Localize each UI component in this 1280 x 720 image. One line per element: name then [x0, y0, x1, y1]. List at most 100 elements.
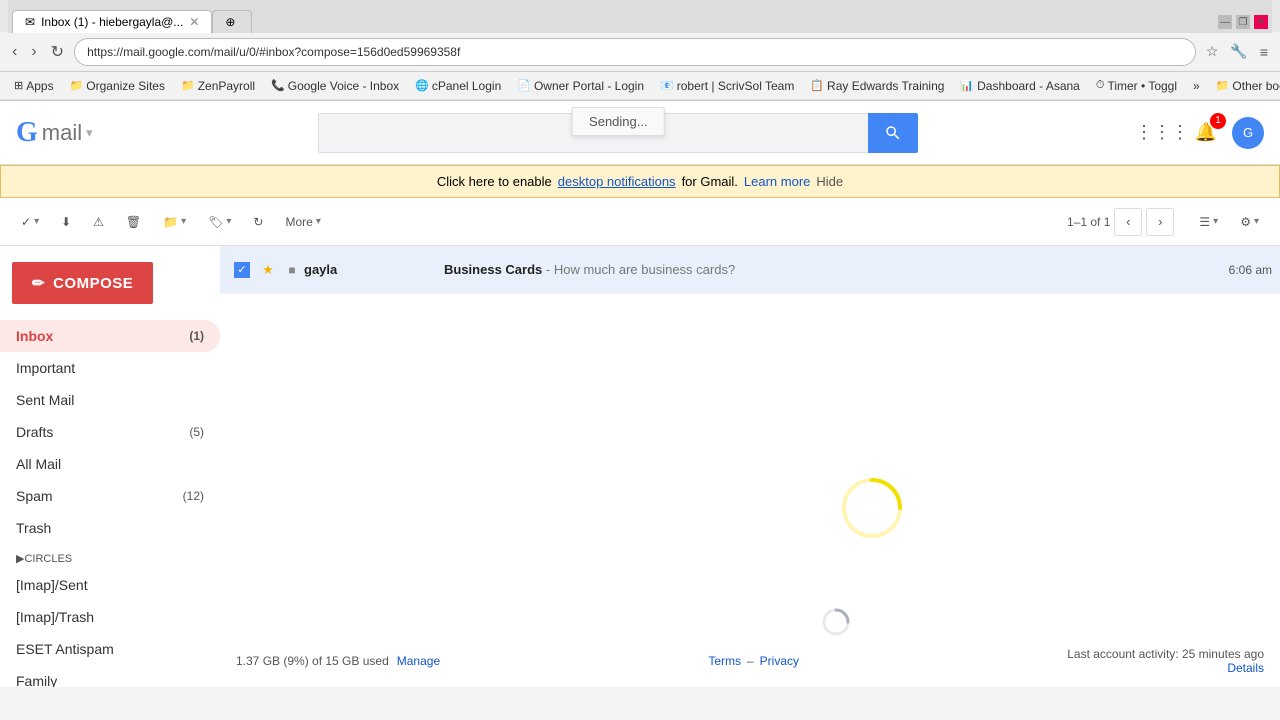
new-tab-icon: ⊕: [225, 15, 235, 29]
sidebar-item-imap-sent[interactable]: [Imap]/Sent: [0, 569, 220, 601]
back-btn[interactable]: ‹: [8, 39, 21, 65]
apps-grid-btn[interactable]: ⋮⋮⋮: [1144, 115, 1180, 151]
folder-icon: 📁: [163, 215, 178, 229]
sent-mail-label: Sent Mail: [16, 392, 74, 408]
compose-button[interactable]: ✏ COMPOSE: [12, 262, 153, 304]
table-row[interactable]: ✓ ★ ■ gayla Business Cards - How much ar…: [220, 246, 1280, 294]
bookmark-other-label: Other bookmarks: [1232, 79, 1280, 93]
settings-btn[interactable]: ⚙ ▾: [1231, 209, 1268, 235]
notification-badge: 1: [1210, 113, 1226, 129]
notif-hide-btn[interactable]: Hide: [816, 174, 843, 189]
user-avatar[interactable]: G: [1232, 117, 1264, 149]
bookmark-robert[interactable]: 📧 robert | ScrivSol Team: [654, 77, 800, 95]
sidebar-item-drafts[interactable]: Drafts (5): [0, 416, 220, 448]
view-options-btn[interactable]: ☰ ▾: [1190, 209, 1227, 235]
manage-link[interactable]: Manage: [397, 654, 440, 668]
bookmark-more[interactable]: »: [1187, 77, 1206, 95]
select-check: ✓: [21, 215, 31, 229]
move-to-btn[interactable]: 📁 ▾: [154, 209, 195, 235]
email-star[interactable]: ★: [256, 262, 280, 278]
maximize-btn[interactable]: ❐: [1236, 15, 1250, 29]
title-bar: ✉ Inbox (1) - hiebergayla@... ✕ ⊕ — ❐ ✕: [0, 0, 1280, 32]
eset-label: ESET Antispam: [16, 641, 114, 657]
organize-sites-icon: 📁: [70, 79, 84, 92]
minimize-btn[interactable]: —: [1218, 15, 1232, 29]
owner-portal-icon: 📄: [517, 79, 531, 92]
apps-icon: ⊞: [14, 79, 23, 92]
details-link[interactable]: Details: [1067, 661, 1264, 675]
bookmark-organize-sites[interactable]: 📁 Organize Sites: [64, 77, 171, 95]
report-icon: ⚠: [93, 215, 104, 229]
select-dropdown-arrow: ▾: [34, 216, 39, 227]
archive-btn[interactable]: ⬇: [52, 209, 80, 235]
notif-enable-link[interactable]: desktop notifications: [558, 174, 676, 189]
label-btn[interactable]: 🏷 ▾: [199, 209, 240, 235]
bookmark-google-voice[interactable]: 📞 Google Voice - Inbox: [265, 77, 405, 95]
refresh-icon: ↻: [253, 215, 263, 229]
refresh-btn[interactable]: ↻: [244, 209, 272, 235]
bookmark-ray-edwards-label: Ray Edwards Training: [827, 79, 944, 93]
sidebar-item-inbox[interactable]: Inbox (1): [0, 320, 220, 352]
terms-link[interactable]: Terms: [708, 654, 741, 668]
imap-sent-label: [Imap]/Sent: [16, 577, 88, 593]
view-icon: ☰: [1199, 215, 1210, 229]
email-checkbox[interactable]: ✓: [228, 262, 256, 278]
url-text: https://mail.google.com/mail/u/0/#inbox?…: [87, 45, 460, 59]
chrome-menu-btn[interactable]: ≡: [1256, 39, 1272, 64]
sidebar-item-eset[interactable]: ESET Antispam: [0, 633, 220, 665]
browser-tab-new[interactable]: ⊕: [212, 10, 252, 33]
settings-dropdown-arrow: ▾: [1254, 216, 1259, 227]
bookmark-cpanel[interactable]: 🌐 cPanel Login: [409, 77, 507, 95]
header-icons: ⋮⋮⋮ 🔔 1 G: [1144, 115, 1264, 151]
chrome-extension-btn[interactable]: 🔧: [1226, 39, 1251, 64]
circles-section[interactable]: ▶ Circles: [0, 548, 220, 569]
bookmark-asana[interactable]: 📊 Dashboard - Asana: [954, 77, 1085, 95]
report-spam-btn[interactable]: ⚠: [84, 209, 113, 235]
bookmark-ray-edwards[interactable]: 📋 Ray Edwards Training: [804, 77, 950, 95]
bookmark-toggl-label: Timer • Toggl: [1107, 79, 1177, 93]
address-bar[interactable]: https://mail.google.com/mail/u/0/#inbox?…: [74, 38, 1196, 66]
sending-toast: Sending...: [572, 107, 665, 136]
sidebar-item-all-mail[interactable]: All Mail: [0, 448, 220, 480]
select-all-btn[interactable]: ✓ ▾: [12, 209, 48, 235]
search-button[interactable]: [868, 113, 918, 153]
circles-arrow: ▶: [16, 552, 24, 565]
forward-btn[interactable]: ›: [27, 39, 40, 65]
refresh-btn[interactable]: ↻: [47, 38, 68, 66]
gmail-dropdown-btn[interactable]: ▾: [86, 125, 93, 141]
sidebar-item-spam[interactable]: Spam (12): [0, 480, 220, 512]
close-btn[interactable]: ✕: [1254, 15, 1268, 29]
compose-label: COMPOSE: [53, 275, 133, 292]
bookmark-zenpayroll[interactable]: 📁 ZenPayroll: [175, 77, 261, 95]
email-list: ✓ ★ ■ gayla Business Cards - How much ar…: [220, 246, 1280, 635]
more-options-btn[interactable]: More ▾: [276, 209, 329, 235]
bookmark-owner-portal[interactable]: 📄 Owner Portal - Login: [511, 77, 650, 95]
ray-edwards-icon: 📋: [810, 79, 824, 92]
bookmark-star-btn[interactable]: ☆: [1202, 39, 1223, 64]
delete-icon: 🗑: [126, 215, 141, 229]
inbox-count: (1): [189, 329, 204, 343]
family-label: Family: [16, 673, 57, 687]
bookmark-robert-label: robert | ScrivSol Team: [677, 79, 795, 93]
bookmark-toggl[interactable]: ⏱ Timer • Toggl: [1090, 77, 1183, 95]
checkbox-checked-icon: ✓: [234, 262, 250, 278]
bookmark-more-label: »: [1193, 79, 1200, 93]
bookmark-apps[interactable]: ⊞ Apps: [8, 77, 60, 95]
delete-btn[interactable]: 🗑: [117, 209, 150, 235]
sidebar-item-sent-mail[interactable]: Sent Mail: [0, 384, 220, 416]
sidebar-item-family[interactable]: Family: [0, 665, 220, 687]
prev-page-btn[interactable]: ‹: [1114, 208, 1142, 236]
gmail-text: mail: [42, 120, 82, 146]
email-snippet: - How much are business cards?: [546, 262, 735, 277]
label-dropdown-arrow: ▾: [226, 216, 231, 227]
star-icon: ★: [262, 262, 274, 278]
tab-close-btn[interactable]: ✕: [189, 15, 199, 29]
sidebar-item-important[interactable]: Important: [0, 352, 220, 384]
sidebar-item-imap-trash[interactable]: [Imap]/Trash: [0, 601, 220, 633]
next-page-btn[interactable]: ›: [1146, 208, 1174, 236]
sidebar-item-trash[interactable]: Trash: [0, 512, 220, 544]
browser-tab-active[interactable]: ✉ Inbox (1) - hiebergayla@... ✕: [12, 10, 212, 33]
notif-learn-more[interactable]: Learn more: [744, 174, 810, 189]
bookmark-other[interactable]: 📁 Other bookmarks: [1210, 77, 1280, 95]
privacy-link[interactable]: Privacy: [760, 654, 799, 668]
